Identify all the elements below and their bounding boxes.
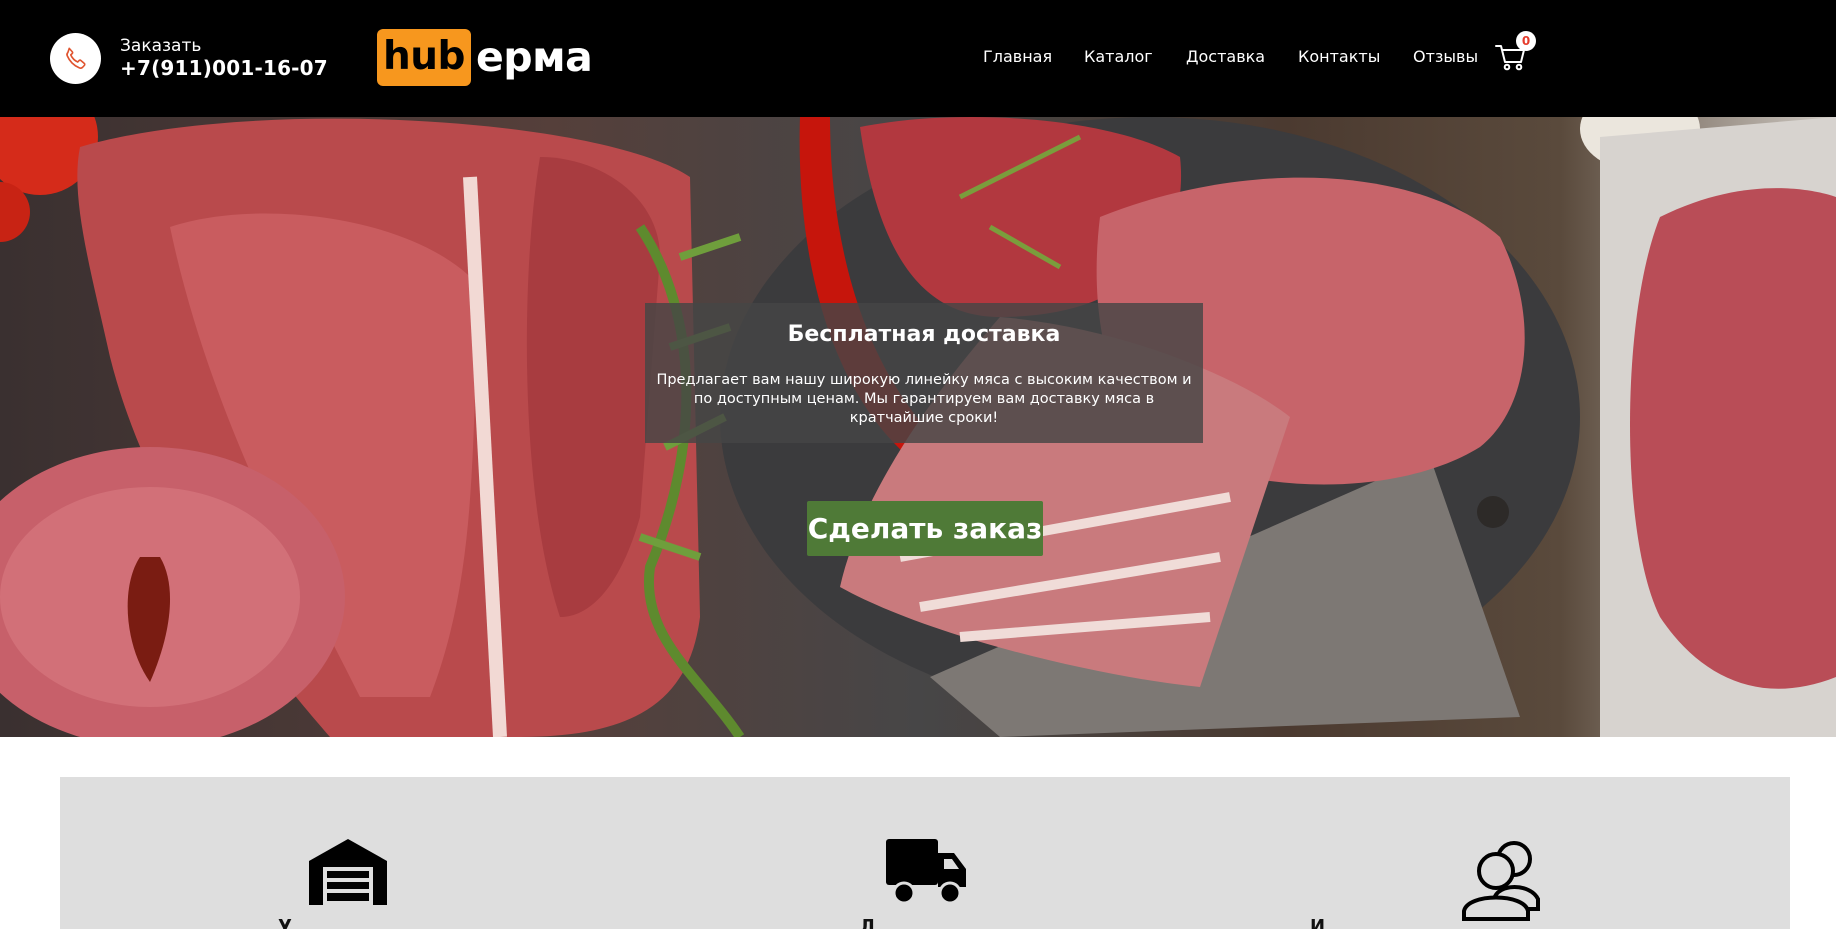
- nav-item-home[interactable]: Главная: [983, 47, 1052, 66]
- hero-description: Предлагает вам нашу широкую линейку мяса…: [656, 372, 1192, 426]
- phone-number[interactable]: +7(911)001-16-07: [120, 56, 328, 80]
- nav-item-reviews[interactable]: Отзывы: [1413, 47, 1478, 66]
- hero-title: Бесплатная доставка: [787, 322, 1061, 347]
- logo-hub: hub: [377, 29, 471, 86]
- nav-item-contacts[interactable]: Контакты: [1298, 47, 1380, 66]
- phone-icon: [65, 47, 86, 69]
- hero-overlay: Бесплатная доставка Предлагает вам нашу …: [645, 303, 1203, 443]
- nav-item-catalog[interactable]: Каталог: [1084, 47, 1153, 66]
- feature-label-1: У: [278, 916, 292, 929]
- feature-label-2: Д: [860, 916, 877, 929]
- order-label: Заказать: [120, 36, 202, 56]
- nav-item-delivery[interactable]: Доставка: [1186, 47, 1265, 66]
- features-section: У Д И: [60, 777, 1790, 929]
- site-logo[interactable]: hub ерма: [377, 29, 593, 86]
- feature-label-3: И: [1310, 916, 1326, 929]
- order-cta-button[interactable]: Сделать заказ: [807, 501, 1043, 556]
- warehouse-icon: [309, 839, 387, 905]
- phone-button[interactable]: [50, 33, 101, 84]
- logo-rest: ерма: [475, 33, 593, 81]
- hero-banner: Бесплатная доставка Предлагает вам нашу …: [0, 117, 1836, 737]
- cart-count-badge: 0: [1516, 31, 1536, 51]
- truck-icon: [886, 839, 966, 905]
- users-icon: [1462, 841, 1540, 921]
- site-header: Заказать +7(911)001-16-07 hub ерма Главн…: [0, 0, 1836, 117]
